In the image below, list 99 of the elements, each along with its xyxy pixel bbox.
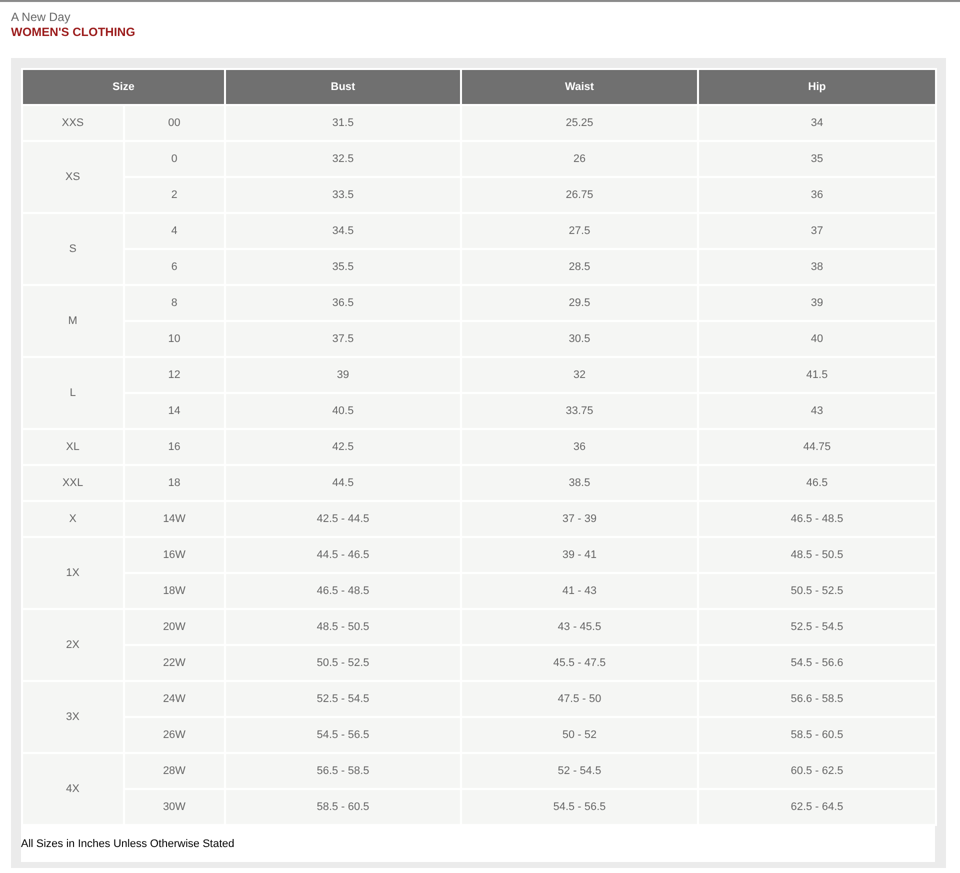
brand-name: A New Day xyxy=(11,10,72,25)
table-cell: 18W xyxy=(124,573,225,609)
table-cell: 36 xyxy=(698,177,936,213)
table-cell: 35 xyxy=(698,141,936,177)
table-cell: 41.5 xyxy=(698,357,936,393)
table-cell: 39 xyxy=(698,285,936,321)
table-cell: 10 xyxy=(124,321,225,357)
table-cell: 39 - 41 xyxy=(461,537,698,573)
table-cell: 52.5 - 54.5 xyxy=(225,681,461,717)
table-cell: 14W xyxy=(124,501,225,537)
table-cell: 42.5 xyxy=(225,429,461,465)
table-cell: 54.5 - 56.5 xyxy=(461,789,698,825)
table-cell: 43 xyxy=(698,393,936,429)
table-cell: 27.5 xyxy=(461,213,698,249)
table-cell: 54.5 - 56.6 xyxy=(698,645,936,681)
table-cell: 26W xyxy=(124,717,225,753)
table-cell: 52 - 54.5 xyxy=(461,753,698,789)
table-cell: 6 xyxy=(124,249,225,285)
table-cell: 24W xyxy=(124,681,225,717)
size-cell: 4X xyxy=(22,753,124,825)
column-header: Size xyxy=(22,69,225,105)
table-cell: 32.5 xyxy=(225,141,461,177)
column-header: Waist xyxy=(461,69,698,105)
table-cell: 50.5 - 52.5 xyxy=(698,573,936,609)
table-cell: 38.5 xyxy=(461,465,698,501)
table-cell: 54.5 - 56.5 xyxy=(225,717,461,753)
table-cell: 44.5 - 46.5 xyxy=(225,537,461,573)
table-cell: 38 xyxy=(698,249,936,285)
table-cell: 41 - 43 xyxy=(461,573,698,609)
table-cell: 37.5 xyxy=(225,321,461,357)
table-cell: 56.5 - 58.5 xyxy=(225,753,461,789)
table-cell: 37 - 39 xyxy=(461,501,698,537)
table-cell: 25.25 xyxy=(461,105,698,141)
table-cell: 58.5 - 60.5 xyxy=(225,789,461,825)
table-cell: 4 xyxy=(124,213,225,249)
table-cell: 33.75 xyxy=(461,393,698,429)
size-cell: X xyxy=(22,501,124,537)
table-cell: 34.5 xyxy=(225,213,461,249)
table-cell: 34 xyxy=(698,105,936,141)
table-cell: 30.5 xyxy=(461,321,698,357)
table-cell: 40.5 xyxy=(225,393,461,429)
table-cell: 29.5 xyxy=(461,285,698,321)
size-cell: XS xyxy=(22,141,124,213)
table-cell: 26.75 xyxy=(461,177,698,213)
table-cell: 50 - 52 xyxy=(461,717,698,753)
table-cell: 0 xyxy=(124,141,225,177)
table-cell: 42.5 - 44.5 xyxy=(225,501,461,537)
table-cell: 45.5 - 47.5 xyxy=(461,645,698,681)
table-cell: 12 xyxy=(124,357,225,393)
table-cell: 20W xyxy=(124,609,225,645)
table-cell: 36 xyxy=(461,429,698,465)
size-cell: 1X xyxy=(22,537,124,609)
table-cell: 8 xyxy=(124,285,225,321)
column-header: Hip xyxy=(698,69,936,105)
table-cell: 52.5 - 54.5 xyxy=(698,609,936,645)
table-cell: 00 xyxy=(124,105,225,141)
size-cell: 2X xyxy=(22,609,124,681)
table-cell: 33.5 xyxy=(225,177,461,213)
table-cell: 47.5 - 50 xyxy=(461,681,698,717)
table-cell: 44.75 xyxy=(698,429,936,465)
table-cell: 46.5 xyxy=(698,465,936,501)
size-cell: L xyxy=(22,357,124,429)
page-title: WOMEN'S CLOTHING xyxy=(11,25,136,40)
table-cell: 60.5 - 62.5 xyxy=(698,753,936,789)
table-cell: 48.5 - 50.5 xyxy=(225,609,461,645)
table-cell: 35.5 xyxy=(225,249,461,285)
table-cell: 14 xyxy=(124,393,225,429)
table-cell: 16 xyxy=(124,429,225,465)
table-cell: 58.5 - 60.5 xyxy=(698,717,936,753)
table-cell: 56.6 - 58.5 xyxy=(698,681,936,717)
column-header: Bust xyxy=(225,69,461,105)
size-cell: S xyxy=(22,213,124,285)
table-cell: 48.5 - 50.5 xyxy=(698,537,936,573)
table-cell: 32 xyxy=(461,357,698,393)
size-cell: XXL xyxy=(22,465,124,501)
table-cell: 40 xyxy=(698,321,936,357)
table-cell: 62.5 - 64.5 xyxy=(698,789,936,825)
table-cell: 28W xyxy=(124,753,225,789)
table-cell: 26 xyxy=(461,141,698,177)
size-cell: 3X xyxy=(22,681,124,753)
size-cell: M xyxy=(22,285,124,357)
table-cell: 37 xyxy=(698,213,936,249)
table-cell: 44.5 xyxy=(225,465,461,501)
table-cell: 36.5 xyxy=(225,285,461,321)
size-cell: XXS xyxy=(22,105,124,141)
table-cell: 28.5 xyxy=(461,249,698,285)
table-cell: 46.5 - 48.5 xyxy=(698,501,936,537)
table-cell: 16W xyxy=(124,537,225,573)
table-cell: 31.5 xyxy=(225,105,461,141)
table-cell: 22W xyxy=(124,645,225,681)
table-cell: 43 - 45.5 xyxy=(461,609,698,645)
table-cell: 46.5 - 48.5 xyxy=(225,573,461,609)
table-cell: 2 xyxy=(124,177,225,213)
table-cell: 50.5 - 52.5 xyxy=(225,645,461,681)
table-cell: 18 xyxy=(124,465,225,501)
table-cell: 30W xyxy=(124,789,225,825)
size-cell: XL xyxy=(22,429,124,465)
table-cell: 39 xyxy=(225,357,461,393)
footnote: All Sizes in Inches Unless Otherwise Stated xyxy=(21,836,234,852)
